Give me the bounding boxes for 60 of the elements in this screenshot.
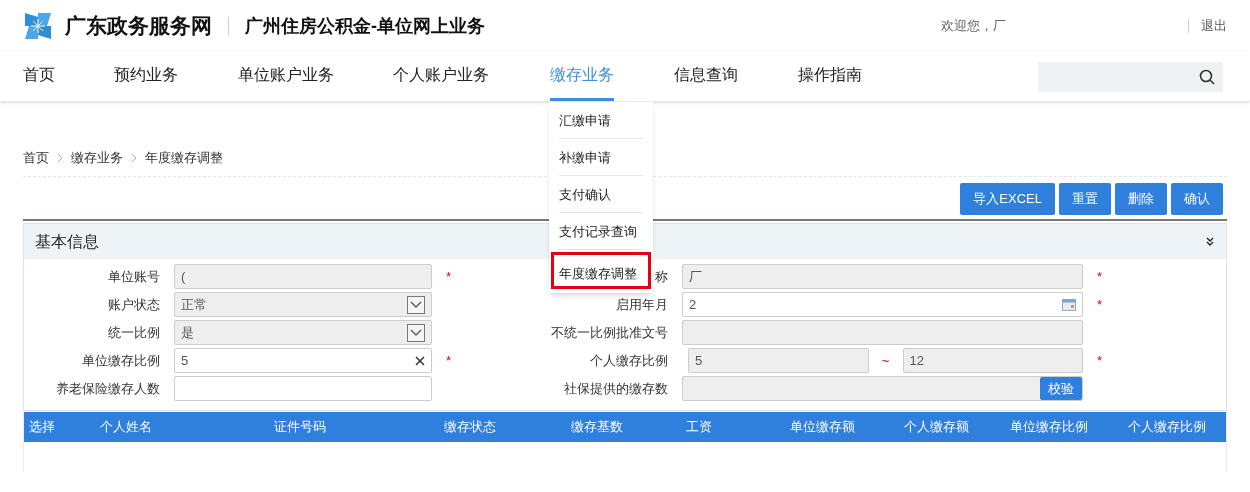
action-button[interactable]: 确认 <box>1171 183 1223 215</box>
field-label: 社保提供的缴存数 <box>564 379 668 398</box>
nav-tab[interactable]: 首页 <box>23 52 55 101</box>
field-label: 账户状态 <box>108 295 160 314</box>
breadcrumb-separator-icon <box>131 153 137 163</box>
menu-item[interactable]: 支付记录查询 <box>559 213 643 250</box>
nav-tab[interactable]: 预约业务 <box>114 52 178 101</box>
menu-item[interactable]: 支付确认 <box>559 176 643 213</box>
field-label: 统一比例 <box>108 323 160 342</box>
nav-tab[interactable]: 单位账户业务 <box>238 52 334 101</box>
breadcrumb-link[interactable]: 缴存业务 <box>71 148 123 168</box>
system-title: 广州住房公积金-单位网上业务 <box>245 14 485 38</box>
column-header: 工资 <box>686 418 712 437</box>
action-button[interactable]: 导入EXCEL <box>960 183 1055 215</box>
input-field[interactable]: 5 <box>174 348 432 373</box>
required-mark: * <box>446 351 452 370</box>
range-separator: ~ <box>880 351 891 370</box>
nav-tab[interactable]: 信息查询 <box>674 52 738 101</box>
calendar-icon[interactable] <box>1062 298 1076 311</box>
breadcrumb-separator-icon <box>57 153 63 163</box>
clear-icon[interactable] <box>415 355 425 366</box>
column-header: 单位缴存额 <box>789 418 855 437</box>
pinwheel-logo-icon <box>23 11 53 41</box>
action-button[interactable]: 删除 <box>1115 183 1167 215</box>
nav-tab[interactable]: 操作指南 <box>798 52 862 101</box>
column-header: 单位缴存比例 <box>1010 418 1088 437</box>
field-label: 称 <box>655 267 668 286</box>
nav-tab[interactable]: 个人账户业务 <box>393 52 489 101</box>
field-label: 单位缴存比例 <box>82 351 160 370</box>
menu-item[interactable]: 汇缴申请 <box>559 102 643 139</box>
column-header: 选择 <box>29 418 55 437</box>
breadcrumb-link[interactable]: 首页 <box>23 148 49 168</box>
field-label: 不统一比例批准文号 <box>551 323 668 342</box>
action-button[interactable]: 重置 <box>1059 183 1111 215</box>
welcome-text: 欢迎您，厂 <box>941 17 1007 36</box>
required-mark: * <box>446 267 452 286</box>
input-field[interactable]: 2 <box>682 292 1083 317</box>
required-mark: * <box>1097 295 1103 314</box>
column-header: 个人缴存比例 <box>1127 418 1206 437</box>
required-mark: * <box>1097 267 1103 286</box>
column-header: 缴存状态 <box>444 418 496 437</box>
search-icon[interactable] <box>1199 68 1215 85</box>
collapse-icon[interactable] <box>1205 236 1215 247</box>
field-label: 启用年月 <box>616 295 668 314</box>
column-header: 证件号码 <box>274 418 326 437</box>
field-label: 单位账号 <box>108 267 160 286</box>
input-field[interactable] <box>174 376 432 401</box>
breadcrumb-current: 年度缴存调整 <box>145 149 223 168</box>
column-header: 缴存基数 <box>571 418 623 437</box>
panel-title: 基本信息 <box>35 231 99 252</box>
required-mark: * <box>1097 351 1103 370</box>
column-header: 个人姓名 <box>100 418 152 437</box>
field-label: 个人缴存比例 <box>590 351 668 370</box>
column-header: 个人缴存额 <box>903 418 969 437</box>
field-label: 养老保险缴存人数 <box>56 379 160 398</box>
menu-item[interactable]: 补缴申请 <box>559 139 643 176</box>
logout-link[interactable]: 退出 <box>1201 16 1227 36</box>
menu-item[interactable]: 年度缴存调整 <box>551 252 651 289</box>
search-field[interactable] <box>1038 61 1223 92</box>
site-name: 广东政务服务网 <box>65 13 212 40</box>
